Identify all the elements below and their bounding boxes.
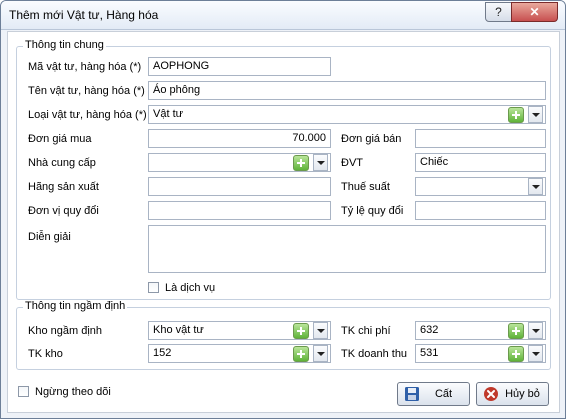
cancel-button-label: Hủy bỏ	[505, 388, 540, 400]
description-textarea[interactable]	[148, 225, 546, 273]
sell-price-input[interactable]	[415, 129, 546, 148]
cancel-button[interactable]: Hủy bỏ	[476, 382, 549, 406]
unit-label: ĐVT	[341, 157, 363, 169]
conv-rate-input[interactable]	[415, 201, 546, 220]
title-bar: Thêm mới Vật tư, Hàng hóa ? ✕	[1, 1, 565, 30]
description-label: Diễn giải	[28, 231, 71, 243]
stop-tracking-checkbox[interactable]	[18, 386, 29, 397]
warehouse-label: Kho ngầm định	[28, 325, 102, 337]
unit-input[interactable]: Chiếc	[415, 153, 546, 172]
dialog-window: Thêm mới Vật tư, Hàng hóa ? ✕ Thông tin …	[0, 0, 566, 419]
add-supplier-icon[interactable]	[293, 155, 309, 171]
type-label: Loại vật tư, hàng hóa (*)	[28, 109, 147, 121]
add-expense-account-icon[interactable]	[508, 323, 524, 339]
dialog-content: Thông tin chung Mã vật tư, hàng hóa (*) …	[7, 31, 560, 413]
general-info-legend: Thông tin chung	[23, 39, 106, 51]
window-title: Thêm mới Vật tư, Hàng hóa	[9, 8, 159, 22]
revenue-account-dropdown-icon[interactable]	[528, 345, 543, 362]
service-checkbox[interactable]	[148, 282, 159, 293]
add-stock-account-icon[interactable]	[293, 346, 309, 362]
buy-price-input[interactable]: 70.000	[148, 129, 331, 148]
sell-price-label: Đơn giá bán	[341, 133, 402, 145]
save-button[interactable]: Cất	[397, 382, 470, 406]
stock-account-dropdown-icon[interactable]	[313, 345, 328, 362]
help-button[interactable]: ?	[485, 2, 512, 22]
manufacturer-input[interactable]	[148, 177, 331, 196]
default-info-group: Thông tin ngầm định Kho ngầm định Kho vậ…	[16, 300, 551, 370]
revenue-account-label: TK doanh thu	[341, 348, 408, 360]
buy-price-label: Đơn giá mua	[28, 133, 92, 145]
stock-account-label: TK kho	[28, 348, 63, 360]
tax-select[interactable]	[415, 177, 546, 196]
code-label: Mã vật tư, hàng hóa (*)	[28, 61, 142, 73]
type-select[interactable]: Vật tư	[148, 105, 546, 124]
tax-label: Thuế suất	[341, 181, 390, 193]
conv-rate-label: Tỷ lệ quy đổi	[341, 205, 404, 217]
add-revenue-account-icon[interactable]	[508, 346, 524, 362]
close-button[interactable]: ✕	[511, 2, 558, 22]
service-label: Là dịch vụ	[165, 282, 216, 294]
default-info-legend: Thông tin ngầm định	[23, 300, 128, 312]
stop-tracking-label: Ngừng theo dõi	[35, 386, 111, 398]
tax-dropdown-icon[interactable]	[528, 178, 543, 195]
conv-unit-label: Đơn vị quy đổi	[28, 205, 99, 217]
supplier-dropdown-icon[interactable]	[313, 154, 328, 171]
add-warehouse-icon[interactable]	[293, 323, 309, 339]
code-input[interactable]: AOPHONG	[148, 57, 331, 76]
general-info-group: Thông tin chung Mã vật tư, hàng hóa (*) …	[16, 39, 551, 300]
type-dropdown-icon[interactable]	[528, 106, 543, 123]
expense-account-select[interactable]: 632	[415, 321, 546, 340]
warehouse-dropdown-icon[interactable]	[313, 322, 328, 339]
supplier-label: Nhà cung cấp	[28, 157, 96, 169]
expense-account-label: TK chi phí	[341, 325, 391, 337]
name-label: Tên vật tư, hàng hóa (*)	[28, 85, 145, 97]
manufacturer-label: Hãng sản xuất	[28, 181, 99, 193]
save-button-label: Cất	[434, 388, 453, 400]
add-type-icon[interactable]	[508, 107, 524, 123]
conv-unit-input[interactable]	[148, 201, 331, 220]
name-input[interactable]: Áo phông	[148, 81, 546, 100]
revenue-account-select[interactable]: 531	[415, 344, 546, 363]
expense-account-dropdown-icon[interactable]	[528, 322, 543, 339]
